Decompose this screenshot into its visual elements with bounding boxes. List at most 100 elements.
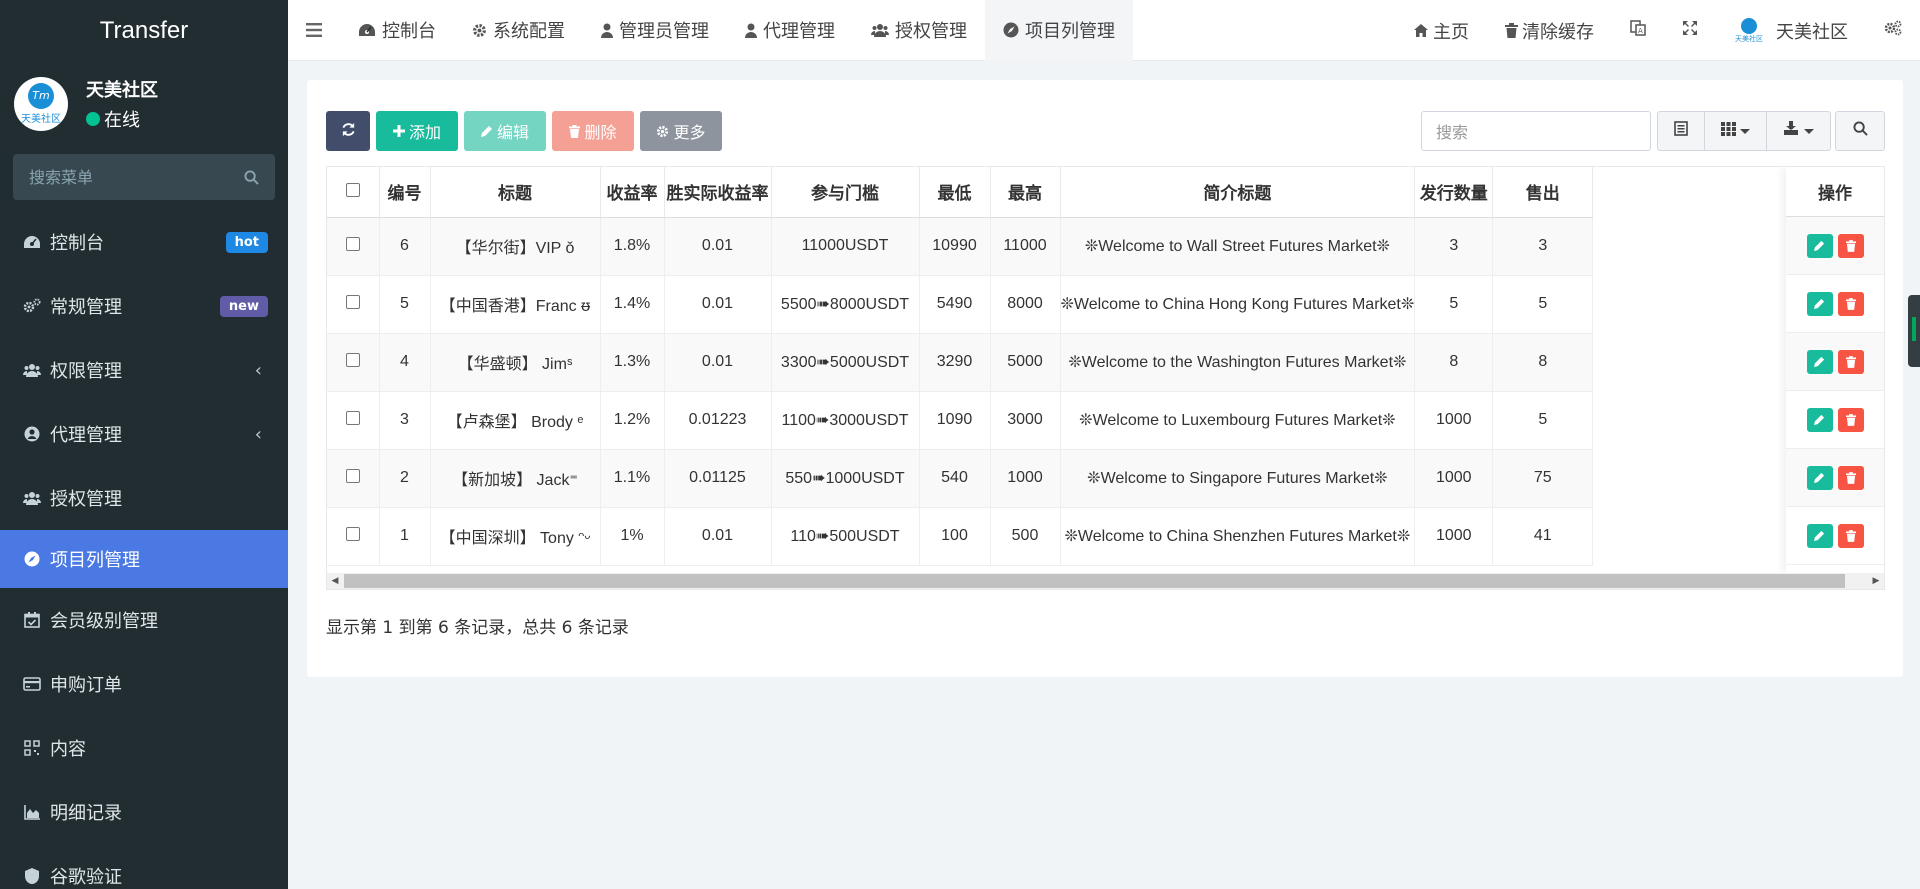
scroll-right-icon[interactable]: ▶ (1868, 573, 1884, 589)
hamburger-menu-icon[interactable] (288, 0, 340, 61)
compass-icon (1003, 22, 1019, 38)
side-drawer-handle[interactable] (1908, 295, 1920, 367)
table-cell: 41 (1492, 507, 1594, 566)
table-cell: ❊Welcome to China Hong Kong Futures Mark… (1060, 275, 1416, 334)
column-header[interactable]: 编号 (379, 167, 431, 218)
row-checkbox[interactable] (345, 236, 360, 251)
horizontal-scrollbar[interactable]: ◀ ▶ (327, 573, 1884, 589)
column-header[interactable]: 简介标题 (1060, 167, 1416, 218)
row-checkbox[interactable] (345, 526, 360, 541)
sidebar-item-label: 代理管理 (50, 425, 122, 446)
translate-button[interactable]: A (1612, 0, 1664, 61)
community-menu[interactable]: 天美社区 天美社区 (1716, 0, 1866, 61)
sidebar-item[interactable]: 明细记录 (0, 780, 288, 844)
row-delete-button[interactable] (1837, 407, 1864, 432)
pencil-icon (1814, 472, 1825, 483)
table-row[interactable]: 3 【卢森堡】 Brody ᵉ 1.2% 0.01223 1100➠3000USDT 10… (327, 391, 1594, 450)
row-delete-button[interactable] (1837, 349, 1864, 374)
column-header[interactable]: 售出 (1492, 167, 1594, 218)
fullscreen-button[interactable] (1664, 0, 1716, 61)
row-checkbox[interactable] (345, 352, 360, 367)
row-checkbox[interactable] (345, 468, 360, 483)
table-cell: 3000 (990, 391, 1061, 450)
table-row[interactable]: 4 【华盛顿】 Jimˢ 1.3% 0.01 3300➠5000USDT 3290 5000… (327, 333, 1594, 392)
sidebar-item[interactable]: 会员级别管理 (0, 588, 288, 652)
sidebar-item[interactable]: 申购订单 (0, 652, 288, 716)
chevron-left-icon: ‹ (254, 423, 262, 445)
row-edit-button[interactable] (1806, 465, 1833, 490)
row-edit-button[interactable] (1806, 407, 1833, 432)
table-cell: 2 (379, 449, 431, 508)
sidebar-item[interactable]: 授权管理 (0, 466, 288, 530)
home-link[interactable]: 主页 (1395, 0, 1487, 61)
menu-search-input[interactable] (29, 167, 244, 187)
sidebar-item[interactable]: 项目列管理 (0, 530, 288, 588)
data-table: 编号 标题 收益率 胜实际收益率 参与门槛 最低 最高 简介标题 发行数量 售出 6 【华尔街】VI… (327, 167, 1594, 566)
card-view-button[interactable] (1657, 111, 1705, 151)
add-button[interactable]: 添加 (376, 111, 458, 151)
row-edit-button[interactable] (1806, 349, 1833, 374)
search-icon[interactable] (244, 169, 259, 185)
row-delete-button[interactable] (1837, 233, 1864, 258)
column-header[interactable]: 最高 (990, 167, 1061, 218)
nav-tab-label: 控制台 (382, 21, 436, 42)
nav-tab[interactable]: 管理员管理 (583, 0, 727, 61)
cogs-icon (22, 296, 42, 316)
row-delete-button[interactable] (1837, 291, 1864, 316)
table-cell: 1.2% (600, 391, 665, 450)
refresh-button[interactable] (326, 111, 370, 151)
select-all-checkbox[interactable] (345, 182, 360, 197)
row-edit-button[interactable] (1806, 523, 1833, 548)
group-icon (22, 360, 42, 380)
table-cell: 3290 (919, 333, 991, 392)
settings-button[interactable] (1866, 0, 1920, 61)
row-edit-button[interactable] (1806, 233, 1833, 258)
columns-button[interactable] (1705, 111, 1767, 151)
advanced-search-button[interactable] (1835, 111, 1885, 151)
column-header[interactable]: 收益率 (600, 167, 665, 218)
column-header[interactable]: 标题 (430, 167, 601, 218)
table-cell: 5490 (919, 275, 991, 334)
column-header[interactable]: 胜实际收益率 (664, 167, 772, 218)
nav-tab[interactable]: 控制台 (340, 0, 454, 61)
more-button[interactable]: 更多 (640, 111, 722, 151)
group-icon (871, 23, 889, 38)
online-dot-icon (86, 111, 100, 126)
edit-button[interactable]: 编辑 (464, 111, 546, 151)
row-delete-button[interactable] (1837, 523, 1864, 548)
sidebar-item[interactable]: 权限管理 ‹ (0, 338, 288, 402)
table-row[interactable]: 2 【新加坡】 Jack⁼ 1.1% 0.01125 550➠1000USDT 540 10… (327, 449, 1594, 508)
table-row[interactable]: 6 【华尔街】VIP ǒ 1.8% 0.01 11000USDT 10990 11000 ❊W… (327, 217, 1594, 276)
row-edit-button[interactable] (1806, 291, 1833, 316)
nav-tabs: 控制台 系统配置 管理员管理 代理管理 授权管理 项目列管理 (340, 0, 1133, 61)
nav-tab-label: 代理管理 (763, 21, 835, 42)
sidebar-item[interactable]: 谷歌验证 (0, 844, 288, 889)
scrollbar-thumb[interactable] (344, 574, 1845, 588)
clear-cache-button[interactable]: 清除缓存 (1487, 0, 1612, 61)
row-delete-button[interactable] (1837, 465, 1864, 490)
sidebar-item[interactable]: 控制台 hot (0, 210, 288, 274)
row-checkbox[interactable] (345, 294, 360, 309)
table-cell: 5 (379, 275, 431, 334)
nav-tab[interactable]: 授权管理 (853, 0, 985, 61)
scroll-left-icon[interactable]: ◀ (327, 573, 343, 589)
sidebar-item[interactable]: 内容 (0, 716, 288, 780)
sidebar-item[interactable]: 代理管理 ‹ (0, 402, 288, 466)
row-checkbox[interactable] (345, 410, 360, 425)
column-header[interactable]: 参与门槛 (771, 167, 920, 218)
table-cell: 3 (1492, 217, 1594, 276)
nav-tab[interactable]: 代理管理 (727, 0, 853, 61)
table-row[interactable]: 1 【中国深圳】 Tony ᵔᵕ 1% 0.01 110➠500USDT 100 500 ❊W… (327, 507, 1594, 566)
brand-title[interactable]: Transfer (0, 0, 288, 61)
table-cell: 【中国深圳】 Tony ᵔᵕ (430, 507, 601, 566)
sidebar-item[interactable]: 常规管理 new (0, 274, 288, 338)
table-row[interactable]: 5 【中国香港】Franc ᵿ 1.4% 0.01 5500➠8000USDT 5490 8… (327, 275, 1594, 334)
table-search-input[interactable]: 搜索 (1421, 111, 1651, 151)
export-button[interactable] (1767, 111, 1831, 151)
column-header[interactable]: 发行数量 (1414, 167, 1494, 218)
sidebar-item-label: 谷歌验证 (50, 867, 122, 888)
nav-tab[interactable]: 项目列管理 (985, 0, 1133, 61)
column-header[interactable]: 最低 (919, 167, 991, 218)
delete-button[interactable]: 删除 (552, 111, 634, 151)
nav-tab[interactable]: 系统配置 (454, 0, 583, 61)
